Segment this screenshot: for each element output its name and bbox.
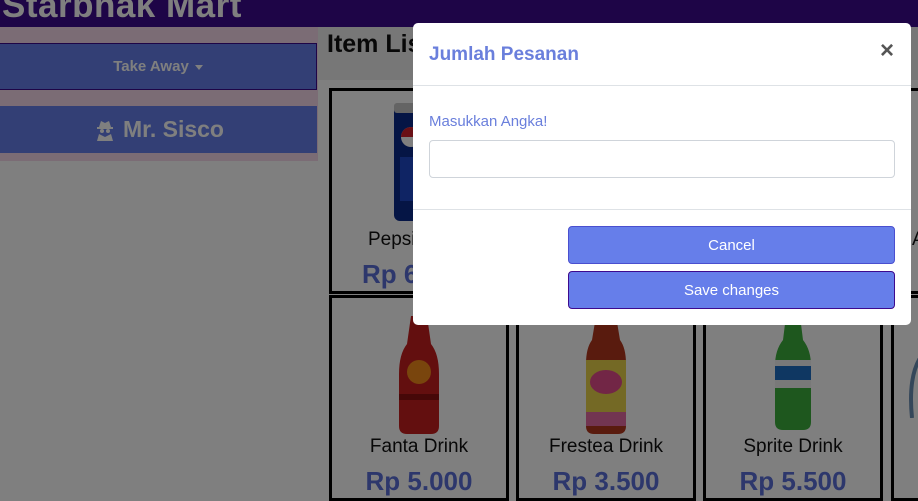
cancel-button[interactable]: Cancel <box>568 226 895 264</box>
save-changes-button[interactable]: Save changes <box>568 271 895 309</box>
quantity-label: Masukkan Angka! <box>429 113 548 130</box>
close-icon[interactable]: × <box>880 39 894 63</box>
modal-body: Masukkan Angka! <box>413 86 911 210</box>
modal-title: Jumlah Pesanan <box>429 44 579 65</box>
modal-header: Jumlah Pesanan × <box>413 23 911 86</box>
order-quantity-modal: Jumlah Pesanan × Masukkan Angka! Cancel … <box>413 23 911 325</box>
quantity-input[interactable] <box>429 140 895 178</box>
